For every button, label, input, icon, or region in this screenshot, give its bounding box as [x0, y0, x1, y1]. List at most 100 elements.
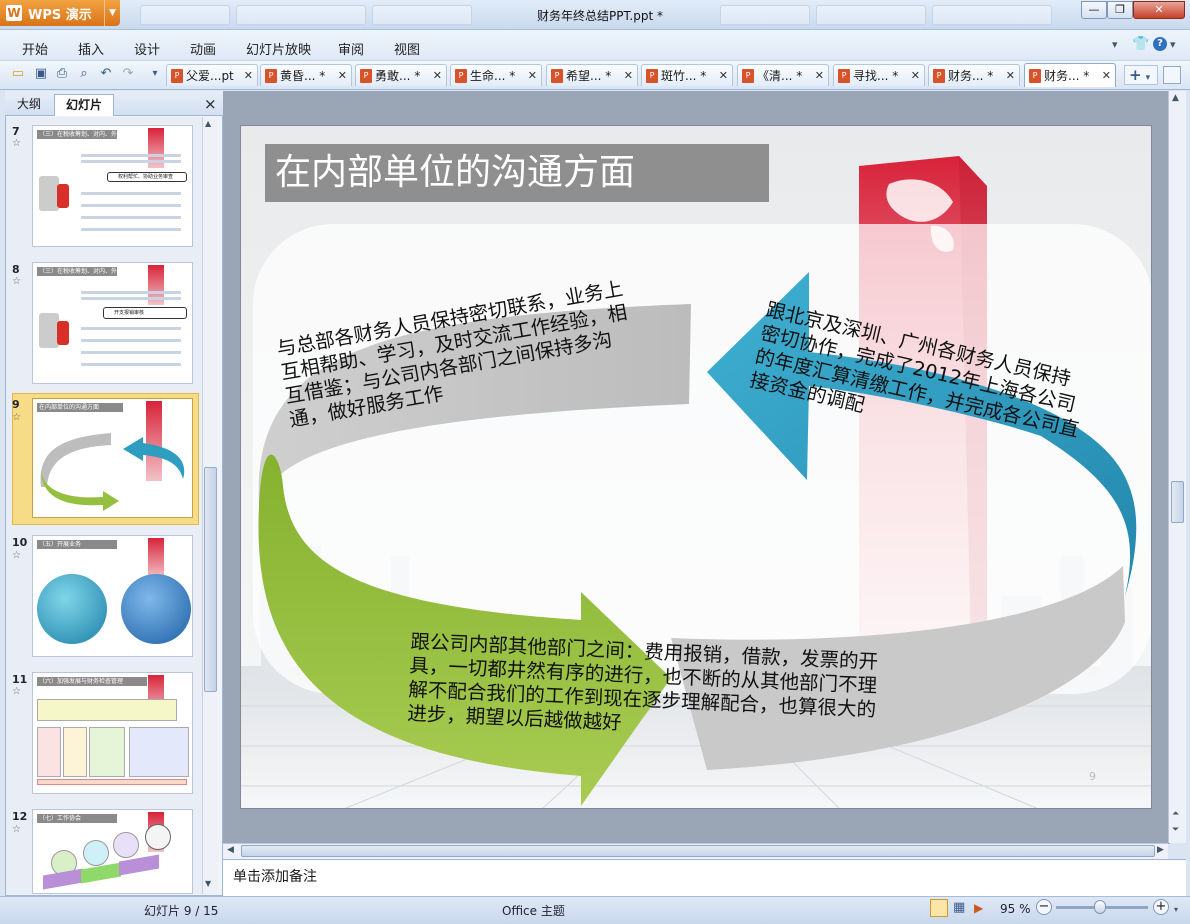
restore-button[interactable]: ❐: [1107, 1, 1133, 19]
menu-view[interactable]: 视图: [394, 39, 420, 58]
print-icon[interactable]: ⎙: [54, 66, 70, 82]
menu-review[interactable]: 审阅: [338, 39, 364, 58]
background-tab[interactable]: [236, 5, 366, 25]
fit-window-icon[interactable]: ▾: [1174, 905, 1178, 914]
collapse-ribbon-icon[interactable]: ▾: [1112, 38, 1118, 51]
app-name: WPS 演示: [28, 7, 92, 23]
doc-tab[interactable]: P 财务... * ✕: [928, 64, 1020, 86]
zoom-out-button[interactable]: −: [1036, 899, 1052, 915]
scroll-down-icon[interactable]: ▼: [205, 879, 211, 888]
print-preview-icon[interactable]: ⌕: [76, 66, 92, 82]
thumbnail-number: 11: [12, 673, 28, 686]
notes-placeholder: 单击添加备注: [233, 869, 317, 885]
green-arrow-text[interactable]: 跟公司内部其他部门之间：费用报销，借款，发票的开 具，一切都井然有序的进行，也不…: [407, 630, 879, 746]
slide-vertical-scrollbar[interactable]: ▲ ⏶ ⏷: [1168, 91, 1186, 843]
zoom-slider-handle[interactable]: [1094, 900, 1106, 914]
slide-thumbnail-7[interactable]: （三）在税收筹划、对内、外关系方面 权利帮忙、协助业务审查: [32, 125, 193, 247]
ppt-file-icon: P: [646, 68, 658, 83]
menu-slideshow[interactable]: 幻灯片放映: [246, 39, 311, 58]
tab-outline[interactable]: 大纲: [9, 94, 49, 116]
thumbnail-number: 12: [12, 810, 28, 823]
slide-title[interactable]: 在内部单位的沟通方面: [265, 144, 769, 202]
doc-tab[interactable]: P 寻找... * ✕: [833, 64, 925, 86]
scroll-up-icon[interactable]: ▲: [1172, 93, 1179, 103]
ppt-file-icon: P: [551, 68, 563, 83]
close-icon[interactable]: ✕: [338, 69, 347, 82]
slide-thumbnail-9[interactable]: 在内部单位的沟通方面: [32, 398, 193, 518]
ppt-file-icon: P: [455, 68, 467, 83]
menu-bar: [0, 30, 1190, 60]
doc-tab[interactable]: P 父爱...pt ✕: [166, 64, 258, 86]
animation-star-icon: ☆: [12, 276, 21, 287]
background-tab[interactable]: [816, 5, 926, 25]
doc-tab[interactable]: P 斑竹... * ✕: [641, 64, 733, 86]
slide-horizontal-scrollbar[interactable]: ◀ ▶: [223, 843, 1168, 859]
scroll-left-icon[interactable]: ◀: [227, 845, 234, 855]
zoom-in-button[interactable]: +: [1153, 899, 1169, 915]
tab-slides[interactable]: 幻灯片: [54, 94, 114, 116]
close-icon[interactable]: ✕: [815, 69, 824, 82]
doc-tab[interactable]: P 黄昏... * ✕: [260, 64, 352, 86]
close-icon[interactable]: ✕: [624, 69, 633, 82]
scroll-right-icon[interactable]: ▶: [1157, 845, 1164, 855]
thumbnail-scrollbar[interactable]: ▲ ▼: [202, 117, 218, 894]
tab-list-icon[interactable]: [1163, 66, 1181, 84]
slideshow-icon[interactable]: ▶: [974, 900, 990, 916]
close-button[interactable]: ✕: [1133, 1, 1185, 19]
open-icon[interactable]: ▭: [10, 66, 26, 82]
notes-pane[interactable]: 单击添加备注: [223, 859, 1186, 896]
scroll-thumb[interactable]: [1171, 481, 1184, 523]
menu-start[interactable]: 开始: [22, 39, 48, 58]
scroll-up-icon[interactable]: ▲: [205, 119, 211, 128]
wps-app-menu-button[interactable]: W WPS 演示 ▼: [0, 0, 120, 26]
scroll-thumb[interactable]: [241, 845, 1155, 857]
save-icon[interactable]: ▣: [33, 66, 49, 82]
slide-thumbnail-8[interactable]: （三）在税收筹划、对内、外关系方面 开支报销审核: [32, 262, 193, 384]
thumbnail-number: 10: [12, 536, 28, 549]
close-icon[interactable]: ✕: [528, 69, 537, 82]
theme-name: Office 主题: [502, 904, 565, 918]
close-icon[interactable]: ✕: [433, 69, 442, 82]
slide-thumbnail-12[interactable]: （七）工作协会: [32, 809, 193, 894]
normal-view-icon[interactable]: [930, 899, 948, 917]
scroll-thumb[interactable]: [204, 467, 217, 692]
close-icon[interactable]: ✕: [1006, 69, 1015, 82]
background-tab[interactable]: [140, 5, 230, 25]
doc-tab[interactable]: P 勇敢... * ✕: [355, 64, 447, 86]
help-dropdown-icon[interactable]: ▾: [1170, 38, 1176, 51]
background-tab[interactable]: [932, 5, 1052, 25]
close-icon[interactable]: ✕: [719, 69, 728, 82]
slide-9[interactable]: 在内部单位的沟通方面 与总部各财务人员保持密切联系，业务上 互相帮助、学习，及时…: [240, 125, 1152, 809]
help-icon[interactable]: ?: [1153, 37, 1167, 51]
thumbnail-number: 7: [12, 125, 20, 138]
panel-close-icon[interactable]: ×: [204, 95, 217, 113]
new-tab-button[interactable]: + ▾: [1124, 65, 1158, 85]
doc-tab[interactable]: P 《清... * ✕: [737, 64, 829, 86]
menu-insert[interactable]: 插入: [78, 39, 104, 58]
slide-thumbnail-10[interactable]: （五）开展业务: [32, 535, 193, 657]
customize-icon[interactable]: ▾: [147, 66, 163, 82]
chevron-down-icon[interactable]: ▼: [104, 0, 120, 26]
undo-icon[interactable]: ↶: [98, 66, 114, 82]
redo-icon[interactable]: ↷: [120, 66, 136, 82]
skin-icon[interactable]: 👕: [1132, 36, 1149, 52]
wps-logo-icon: W: [6, 5, 22, 21]
background-tab[interactable]: [720, 5, 810, 25]
prev-slide-icon[interactable]: ⏶: [1172, 809, 1179, 819]
doc-tab-active[interactable]: P 财务... * ✕: [1024, 63, 1116, 87]
menu-design[interactable]: 设计: [134, 39, 160, 58]
slide-counter: 幻灯片 9 / 15: [144, 904, 219, 918]
menu-animation[interactable]: 动画: [190, 39, 216, 58]
slide-sorter-icon[interactable]: ▦: [953, 900, 969, 916]
thumbnail-number: 9: [12, 398, 20, 411]
minimize-button[interactable]: —: [1081, 1, 1107, 19]
doc-tab[interactable]: P 生命... * ✕: [450, 64, 542, 86]
next-slide-icon[interactable]: ⏷: [1172, 825, 1179, 835]
close-icon[interactable]: ✕: [1102, 69, 1111, 82]
close-icon[interactable]: ✕: [244, 69, 253, 82]
background-tab[interactable]: [372, 5, 472, 25]
ppt-file-icon: P: [360, 68, 372, 83]
doc-tab[interactable]: P 希望... * ✕: [546, 64, 638, 86]
slide-thumbnail-11[interactable]: （六）加强发展与财务检查管理: [32, 672, 193, 794]
close-icon[interactable]: ✕: [911, 69, 920, 82]
